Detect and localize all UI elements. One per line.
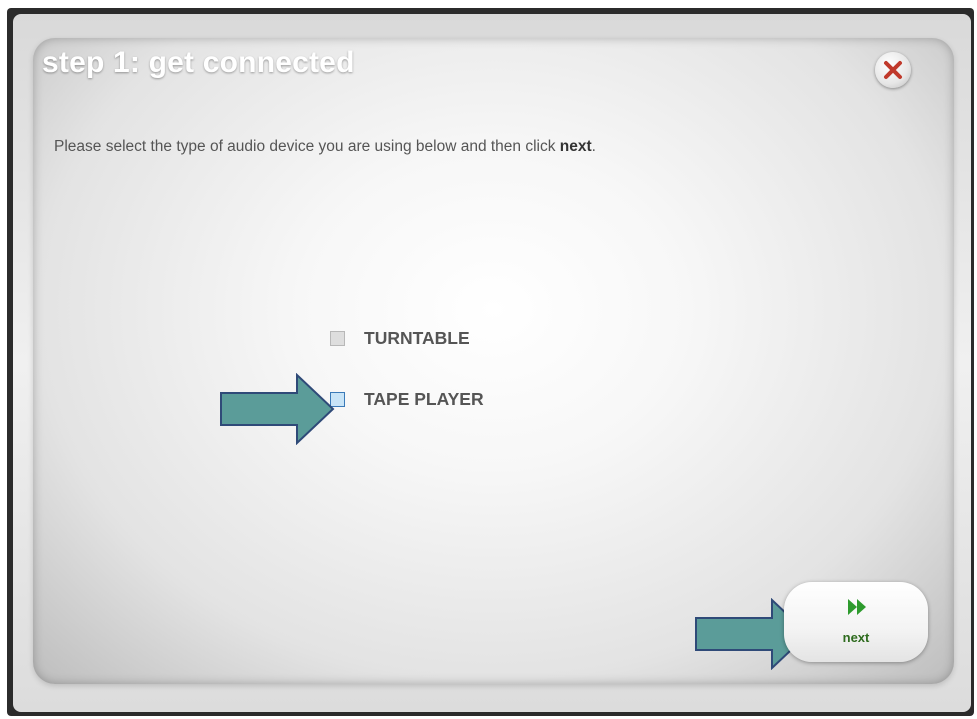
next-label: next [842, 630, 870, 645]
tape-player-label: TAPE PLAYER [364, 389, 484, 409]
dialog-title: step 1: get connected [42, 46, 355, 79]
option-tape-player[interactable]: TAPE PLAYER [330, 389, 484, 410]
next-button[interactable]: next [784, 582, 928, 662]
turntable-label: TURNTABLE [364, 328, 470, 348]
instructions-prefix: Please select the type of audio device y… [54, 138, 560, 155]
annotation-arrow-tape-player [220, 373, 335, 445]
close-x-icon [884, 61, 902, 79]
instructions-next-word: next [559, 138, 592, 155]
instructions-text: Please select the type of audio device y… [54, 138, 596, 156]
turntable-checkbox[interactable] [330, 331, 345, 346]
instructions-suffix: . [591, 138, 596, 155]
option-turntable[interactable]: TURNTABLE [330, 328, 470, 349]
close-button[interactable] [875, 52, 911, 88]
fast-forward-icon [848, 599, 866, 615]
